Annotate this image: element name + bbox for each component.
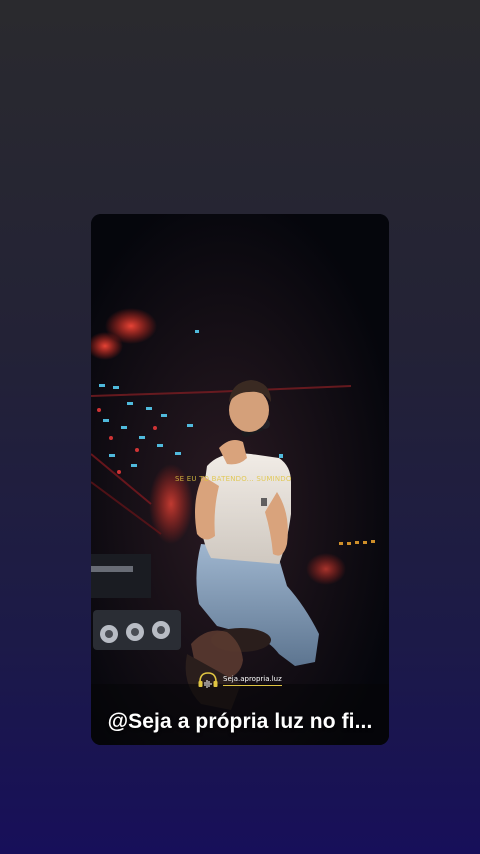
lyrics-overlay-text: SE EU TO BATENDO... SUMINDO (175, 475, 292, 483)
account-watermark: Seja.apropria.luz (197, 669, 282, 691)
headphones-soundwave-icon (198, 672, 218, 688)
video-caption[interactable]: @Seja a própria luz no fi... (91, 710, 389, 734)
story-card[interactable]: SE EU TO BATENDO... SUMINDO Seja.apropri… (91, 214, 389, 745)
watermark-handle: Seja.apropria.luz (223, 675, 282, 686)
